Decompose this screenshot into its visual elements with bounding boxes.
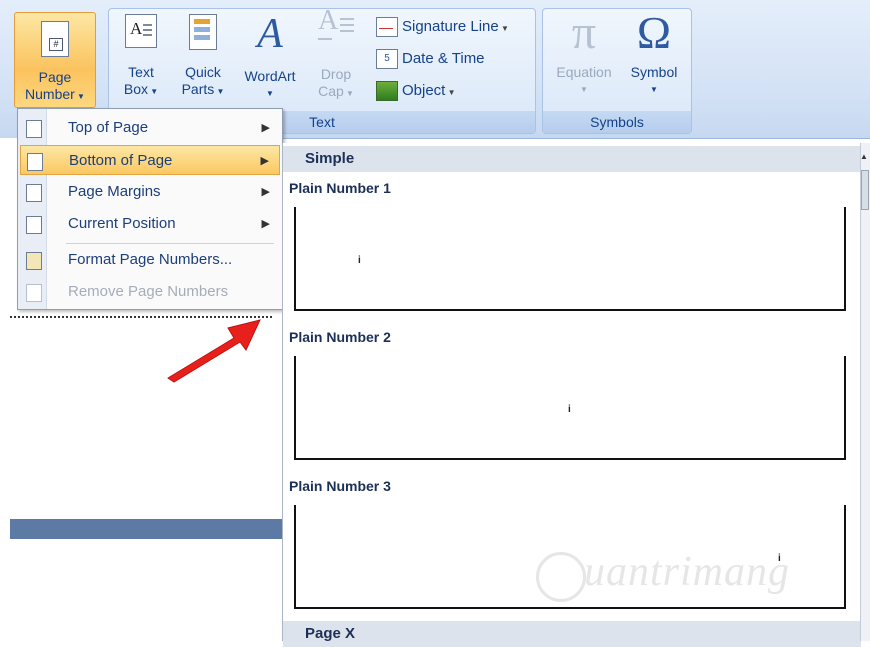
gallery-item-title: Plain Number 2 xyxy=(289,329,391,345)
submenu-arrow-icon: ▶ xyxy=(261,186,270,198)
watermark-logo-icon xyxy=(536,552,586,602)
gallery-scrollbar[interactable] xyxy=(860,143,870,641)
page-bottom-icon xyxy=(27,153,43,171)
wordart-label: WordArt xyxy=(244,68,296,84)
gallery-item-title: Plain Number 1 xyxy=(289,180,391,196)
menu-item-page-margins[interactable]: Page Margins ▶ xyxy=(20,177,280,207)
drop-cap-icon: A xyxy=(318,7,354,48)
menu-item-label: Remove Page Numbers xyxy=(68,283,229,300)
menu-item-label: Page Margins xyxy=(68,183,161,200)
gallery-item-plain-number-1[interactable]: i xyxy=(294,207,846,311)
gallery-item-title: Plain Number 3 xyxy=(289,478,391,494)
page-number-icon: # xyxy=(41,21,69,57)
symbol-label: Symbol xyxy=(630,64,678,80)
gallery-section-page-x: Page X xyxy=(283,621,861,647)
symbol-button[interactable]: Ω Symbol ▼ xyxy=(624,8,684,98)
drop-cap-label-2: Cap xyxy=(318,83,344,99)
object-button[interactable]: Object ▼ xyxy=(376,78,456,104)
submenu-arrow-icon: ▶ xyxy=(261,122,270,134)
omega-icon: Ω xyxy=(636,7,672,58)
signature-line-button[interactable]: Signature Line ▼ xyxy=(376,14,509,40)
text-box-label-1: Text xyxy=(128,64,154,80)
page-number-sample: i xyxy=(358,255,361,266)
date-time-label: Date & Time xyxy=(402,50,485,67)
page-number-sample: i xyxy=(568,404,571,415)
menu-item-label: Top of Page xyxy=(68,119,149,136)
quick-parts-button[interactable]: Quick Parts ▼ xyxy=(176,14,230,100)
page-margins-icon xyxy=(26,184,42,202)
red-arrow-icon xyxy=(167,319,261,383)
menu-item-remove-page-numbers[interactable]: Remove Page Numbers xyxy=(20,277,280,307)
page-number-menu: Top of Page ▶ Bottom of Page ▶ Page Marg… xyxy=(17,108,283,310)
submenu-arrow-icon: ▶ xyxy=(260,155,269,167)
remove-page-numbers-icon xyxy=(26,284,42,302)
page-top-icon xyxy=(26,120,42,138)
menu-item-top-of-page[interactable]: Top of Page ▶ xyxy=(20,113,280,143)
drop-cap-label-1: Drop xyxy=(320,66,352,82)
page-break-bar xyxy=(10,519,282,539)
equation-button[interactable]: π Equation ▼ xyxy=(548,8,620,98)
gallery-section-simple: Simple xyxy=(283,146,861,172)
menu-separator xyxy=(66,243,274,244)
symbols-group-label: Symbols xyxy=(543,111,691,133)
page-number-label-2: Number xyxy=(25,86,75,102)
menu-item-format-page-numbers[interactable]: Format Page Numbers... xyxy=(20,245,280,275)
gallery-section-label: Page X xyxy=(305,625,356,642)
text-box-label-2: Box xyxy=(123,81,148,97)
date-time-button[interactable]: 5 Date & Time xyxy=(376,46,485,72)
current-position-icon xyxy=(26,216,42,234)
format-page-numbers-icon xyxy=(26,252,42,270)
quick-parts-label-1: Quick xyxy=(185,64,221,80)
wordart-button[interactable]: A WordArt ▼ xyxy=(236,12,304,102)
quick-parts-label-2: Parts xyxy=(181,81,215,97)
submenu-arrow-icon: ▶ xyxy=(261,218,270,230)
page-number-button[interactable]: # Page Number ▼ xyxy=(14,12,96,108)
wordart-icon: A xyxy=(257,11,283,57)
object-label: Object xyxy=(402,82,446,99)
signature-line-label: Signature Line xyxy=(402,18,499,35)
menu-item-label: Format Page Numbers... xyxy=(68,251,233,268)
gallery-section-label: Simple xyxy=(305,150,355,167)
equation-label: Equation xyxy=(556,64,612,80)
quick-parts-icon xyxy=(189,14,217,50)
text-box-icon: A xyxy=(125,14,157,48)
scroll-thumb[interactable] xyxy=(861,170,869,210)
scroll-up-icon[interactable]: ▲ xyxy=(860,152,868,161)
watermark: uantrimang xyxy=(584,549,791,595)
calendar-icon: 5 xyxy=(376,49,398,70)
menu-item-bottom-of-page[interactable]: Bottom of Page ▶ xyxy=(20,145,280,175)
menu-item-label: Current Position xyxy=(68,215,176,232)
object-icon xyxy=(376,81,398,102)
menu-item-current-position[interactable]: Current Position ▶ xyxy=(20,209,280,239)
text-box-button[interactable]: A Text Box ▼ xyxy=(118,14,164,100)
pi-icon: π xyxy=(571,6,597,59)
menu-item-label: Bottom of Page xyxy=(69,152,173,169)
signature-line-icon xyxy=(376,17,398,38)
page-number-label-1: Page xyxy=(38,69,72,85)
gallery-item-plain-number-2[interactable]: i xyxy=(294,356,846,460)
drop-cap-button[interactable]: A Drop Cap ▼ xyxy=(310,7,362,102)
